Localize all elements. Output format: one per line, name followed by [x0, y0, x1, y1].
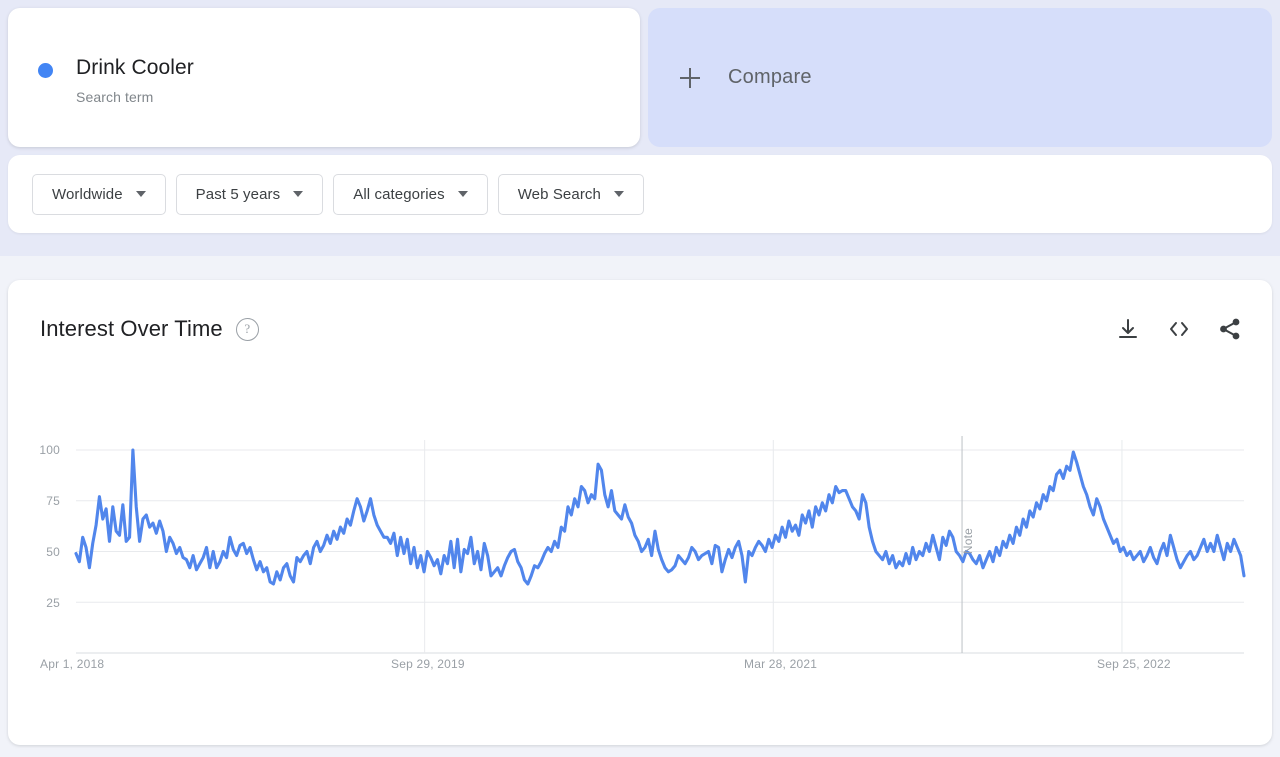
- trends-line-chart[interactable]: [8, 280, 1272, 745]
- chevron-down-icon: [614, 191, 624, 197]
- compare-card[interactable]: Compare: [648, 8, 1272, 147]
- y-tick-50: 50: [26, 545, 60, 559]
- x-tick-3: Sep 25, 2022: [1097, 657, 1171, 671]
- terms-row: Drink Cooler Search term Compare: [8, 8, 1272, 147]
- search-term-subtitle: Search term: [76, 87, 194, 107]
- y-tick-100: 100: [26, 443, 60, 457]
- filter-location[interactable]: Worldwide: [32, 174, 166, 215]
- x-tick-1: Sep 29, 2019: [391, 657, 465, 671]
- compare-content: Compare: [680, 8, 812, 147]
- series-color-dot: [38, 63, 53, 78]
- filter-location-label: Worldwide: [52, 186, 123, 203]
- chevron-down-icon: [458, 191, 468, 197]
- filter-category-label: All categories: [353, 186, 444, 203]
- chart-plot-area: 100 75 50 25 Apr 1, 2018 Sep 29, 2019 Ma…: [8, 280, 1272, 745]
- y-tick-75: 75: [26, 494, 60, 508]
- filter-time-range[interactable]: Past 5 years: [176, 174, 324, 215]
- search-term-card[interactable]: Drink Cooler Search term: [8, 8, 640, 147]
- filter-search-type[interactable]: Web Search: [498, 174, 644, 215]
- search-term-title: Drink Cooler: [76, 54, 194, 81]
- y-tick-25: 25: [26, 596, 60, 610]
- chevron-down-icon: [293, 191, 303, 197]
- compare-label: Compare: [728, 66, 812, 89]
- filter-search-type-label: Web Search: [518, 186, 601, 203]
- plus-icon: [680, 68, 700, 88]
- note-annotation-label[interactable]: Note: [961, 528, 975, 554]
- filter-category[interactable]: All categories: [333, 174, 487, 215]
- filter-time-range-label: Past 5 years: [196, 186, 281, 203]
- interest-over-time-card: Interest Over Time ?: [8, 280, 1272, 745]
- x-tick-2: Mar 28, 2021: [744, 657, 817, 671]
- search-term-content: Drink Cooler Search term: [38, 54, 194, 107]
- filter-bar: Worldwide Past 5 years All categories We…: [8, 155, 1272, 233]
- x-tick-0: Apr 1, 2018: [40, 657, 104, 671]
- chevron-down-icon: [136, 191, 146, 197]
